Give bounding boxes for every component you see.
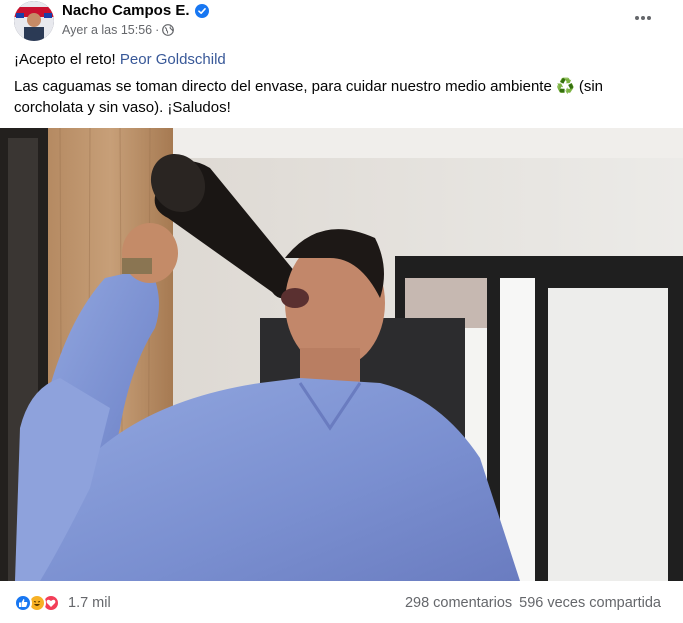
engagement-stats: 298 comentarios 596 veces compartida: [405, 595, 661, 611]
recycle-emoji: ♻️: [555, 78, 575, 95]
reaction-count[interactable]: 1.7 mil: [68, 595, 111, 611]
post-header: Nacho Campos E. Ayer a las 15:56 ·: [0, 0, 683, 46]
author-name[interactable]: Nacho Campos E.: [62, 2, 190, 19]
reactions-summary[interactable]: 1.7 mil: [14, 594, 111, 612]
meta-separator: ·: [155, 23, 160, 37]
mention-link[interactable]: Peor Goldschild: [120, 51, 226, 68]
more-horizontal-icon: [635, 16, 651, 20]
like-icon: [14, 594, 32, 612]
post-photo[interactable]: [0, 128, 683, 581]
globe-icon: [162, 24, 175, 36]
post-body-text: Las caguamas se toman directo del envase…: [14, 78, 552, 95]
post-text-body: Las caguamas se toman directo del envase…: [14, 76, 654, 118]
post-text-prefix: ¡Acepto el reto!: [14, 51, 116, 68]
post-text-line1: ¡Acepto el reto! Peor Goldschild: [14, 49, 226, 70]
more-options-button[interactable]: [633, 8, 653, 28]
comments-count-link[interactable]: 298 comentarios: [405, 595, 512, 611]
facebook-post: Nacho Campos E. Ayer a las 15:56 · ¡Acep…: [0, 0, 683, 623]
verified-badge-icon: [194, 3, 209, 18]
author-avatar[interactable]: [14, 1, 54, 41]
post-footer: 1.7 mil 298 comentarios 596 veces compar…: [0, 581, 683, 623]
shares-count-link[interactable]: 596 veces compartida: [519, 595, 661, 611]
post-timestamp[interactable]: Ayer a las 15:56: [62, 23, 152, 37]
